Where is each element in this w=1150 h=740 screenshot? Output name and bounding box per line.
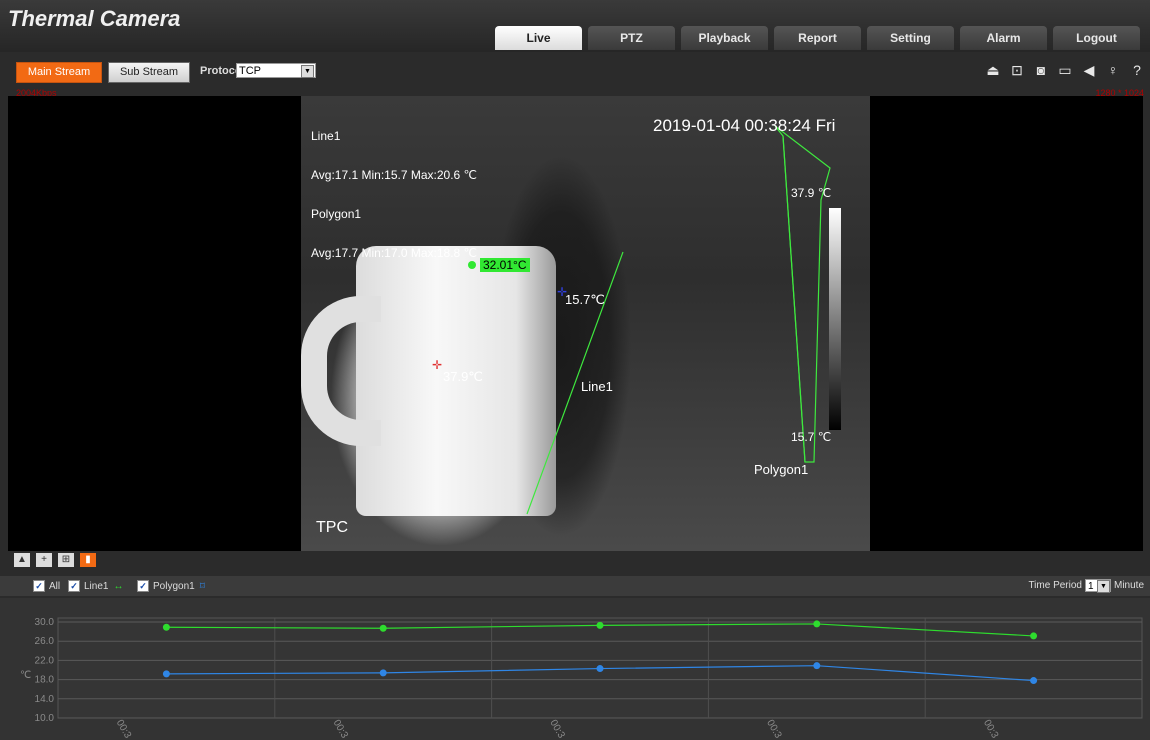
x-tick-label: 00:3 — [981, 718, 1000, 740]
time-period-value: 1 — [1087, 581, 1094, 592]
x-tick-label: 00:3 — [764, 718, 783, 740]
data-point-polygon1 — [379, 669, 387, 677]
line1-label: Line1 — [581, 379, 613, 394]
scale-max-label: 37.9 ℃ — [791, 186, 832, 200]
data-point-line1 — [813, 620, 821, 628]
checkbox-checked-icon[interactable]: ✓ — [137, 580, 149, 592]
y-tick-label: 10.0 — [35, 713, 55, 724]
time-period-select[interactable]: 1 ▼ — [1084, 579, 1111, 593]
y-tick-label: 26.0 — [35, 636, 55, 647]
x-tick-label: 00:3 — [331, 718, 350, 740]
polygon1-label: Polygon1 — [754, 462, 809, 477]
stats-line: Polygon1 — [311, 207, 362, 221]
tab-playback[interactable]: Playback — [681, 26, 768, 50]
help-icon[interactable]: ? — [1128, 61, 1146, 79]
hot-spot-label: 37.9℃ — [443, 369, 483, 384]
chevron-down-icon: ▼ — [301, 65, 314, 78]
data-point-polygon1 — [813, 662, 821, 670]
app-title: Thermal Camera — [8, 6, 181, 31]
y-tick-label: 14.0 — [35, 694, 55, 705]
y-tick-label: 22.0 — [35, 655, 55, 666]
osd-timestamp: 2019-01-04 00:38:24 Fri — [653, 116, 836, 135]
stats-line: Avg:17.1 Min:15.7 Max:20.6 ℃ — [311, 168, 478, 182]
data-point-line1 — [379, 624, 387, 632]
rule-stats: Line1 Avg:17.1 Min:15.7 Max:20.6 ℃ Polyg… — [311, 104, 477, 286]
temperature-scale-bar — [829, 208, 841, 430]
polygon1-rule-shape[interactable] — [774, 125, 831, 463]
protocol-value: TCP — [239, 65, 261, 77]
time-period-control: Time Period 1 ▼ Minute — [1028, 579, 1144, 593]
snapshot-icon[interactable]: ◙ — [1032, 61, 1050, 79]
stats-line: Avg:17.7 Min:17.0 Max:18.8 ℃ — [311, 246, 478, 260]
tab-ptz[interactable]: PTZ — [588, 26, 675, 50]
x-tick-label: 00:3 — [114, 718, 133, 740]
checkbox-checked-icon[interactable]: ✓ — [68, 580, 80, 592]
top-header: Thermal Camera Live PTZ Playback Report … — [0, 0, 1150, 52]
temperature-chart-icon[interactable]: ▮ — [80, 553, 96, 567]
record-icon[interactable]: ▭ — [1056, 61, 1074, 79]
video-viewport[interactable]: ✛ ✛ Line1 Avg:17.1 Min:15.7 Max:20.6 ℃ P… — [8, 96, 1143, 551]
data-point-line1 — [1030, 632, 1038, 640]
y-tick-label: 30.0 — [35, 617, 55, 628]
tab-setting[interactable]: Setting — [867, 26, 954, 50]
chart-legend-bar: ✓ All ✓ Line1 ↔ ✓ Polygon1 ⌑ Time Period… — [0, 576, 1150, 596]
time-unit-label: Minute — [1113, 580, 1144, 591]
data-point-line1 — [162, 623, 170, 631]
protocol-select[interactable]: TCP ▼ — [236, 63, 316, 78]
tab-live[interactable]: Live — [495, 26, 582, 50]
data-point-polygon1 — [162, 670, 170, 678]
legend-all-label: All — [49, 580, 61, 592]
temperature-chart-svg: 30.0 26.0 22.0 18.0 14.0 10.0 ℃ 00:3 00:3 00:3 00:… — [20, 617, 1143, 740]
thermal-image: ✛ ✛ Line1 Avg:17.1 Min:15.7 Max:20.6 ℃ P… — [301, 96, 870, 551]
legend-line1-label: Line1 — [84, 580, 109, 592]
legend-polygon1[interactable]: ✓ Polygon1 ⌑ — [137, 580, 205, 592]
polygon1-inner-line — [782, 135, 806, 463]
view-mode-icons: ▲ + ⊞ ▮ — [14, 553, 96, 567]
alarm-bell-icon[interactable]: ⏏ — [984, 61, 1002, 79]
main-stream-button[interactable]: Main Stream — [16, 62, 102, 83]
audio-icon[interactable]: ◀ — [1080, 61, 1098, 79]
microphone-icon[interactable]: ♀ — [1104, 61, 1122, 79]
y-axis-label: ℃ — [20, 670, 31, 681]
temp-point-label: 32.01°C — [480, 258, 530, 272]
grid-icon[interactable]: ⊞ — [58, 553, 74, 567]
data-point-polygon1 — [1030, 677, 1038, 685]
y-tick-label: 18.0 — [35, 675, 55, 686]
osd-label: TPC — [316, 519, 348, 536]
legend-polygon1-label: Polygon1 — [153, 580, 195, 592]
cold-spot-label: 15.7℃ — [565, 292, 605, 307]
image-adjust-icon[interactable]: ▲ — [14, 553, 30, 567]
main-tabs: Live PTZ Playback Report Setting Alarm L… — [495, 26, 1146, 50]
polygon-rule-icon: ⌑ — [199, 580, 205, 592]
tab-report[interactable]: Report — [774, 26, 861, 50]
checkbox-checked-icon[interactable]: ✓ — [33, 580, 45, 592]
rule-icon[interactable]: + — [36, 553, 52, 567]
time-period-label: Time Period — [1028, 580, 1082, 591]
stream-toolbar: Main Stream Sub Stream Protocol TCP ▼ ⏏ … — [0, 58, 1150, 84]
line-rule-icon: ↔ — [113, 580, 124, 592]
sub-stream-button[interactable]: Sub Stream — [108, 62, 190, 83]
temperature-chart: 30.0 26.0 22.0 18.0 14.0 10.0 ℃ 00:3 00:3 00:3 00:… — [0, 598, 1150, 740]
chevron-down-icon: ▼ — [1096, 580, 1110, 593]
hot-spot-marker: ✛ — [432, 358, 442, 372]
tab-alarm[interactable]: Alarm — [960, 26, 1047, 50]
live-tool-icons: ⏏ ⊡ ◙ ▭ ◀ ♀ ? — [984, 61, 1146, 79]
zoom-icon[interactable]: ⊡ — [1008, 61, 1026, 79]
scale-min-label: 15.7 ℃ — [791, 430, 832, 444]
stats-line: Line1 — [311, 129, 341, 143]
x-tick-label: 00:3 — [547, 718, 566, 740]
legend-all[interactable]: ✓ All — [33, 580, 60, 592]
legend-line1[interactable]: ✓ Line1 ↔ — [68, 580, 123, 592]
temp-point-dot — [468, 261, 476, 269]
data-point-polygon1 — [596, 665, 604, 673]
tab-logout[interactable]: Logout — [1053, 26, 1140, 50]
data-point-line1 — [596, 621, 604, 629]
